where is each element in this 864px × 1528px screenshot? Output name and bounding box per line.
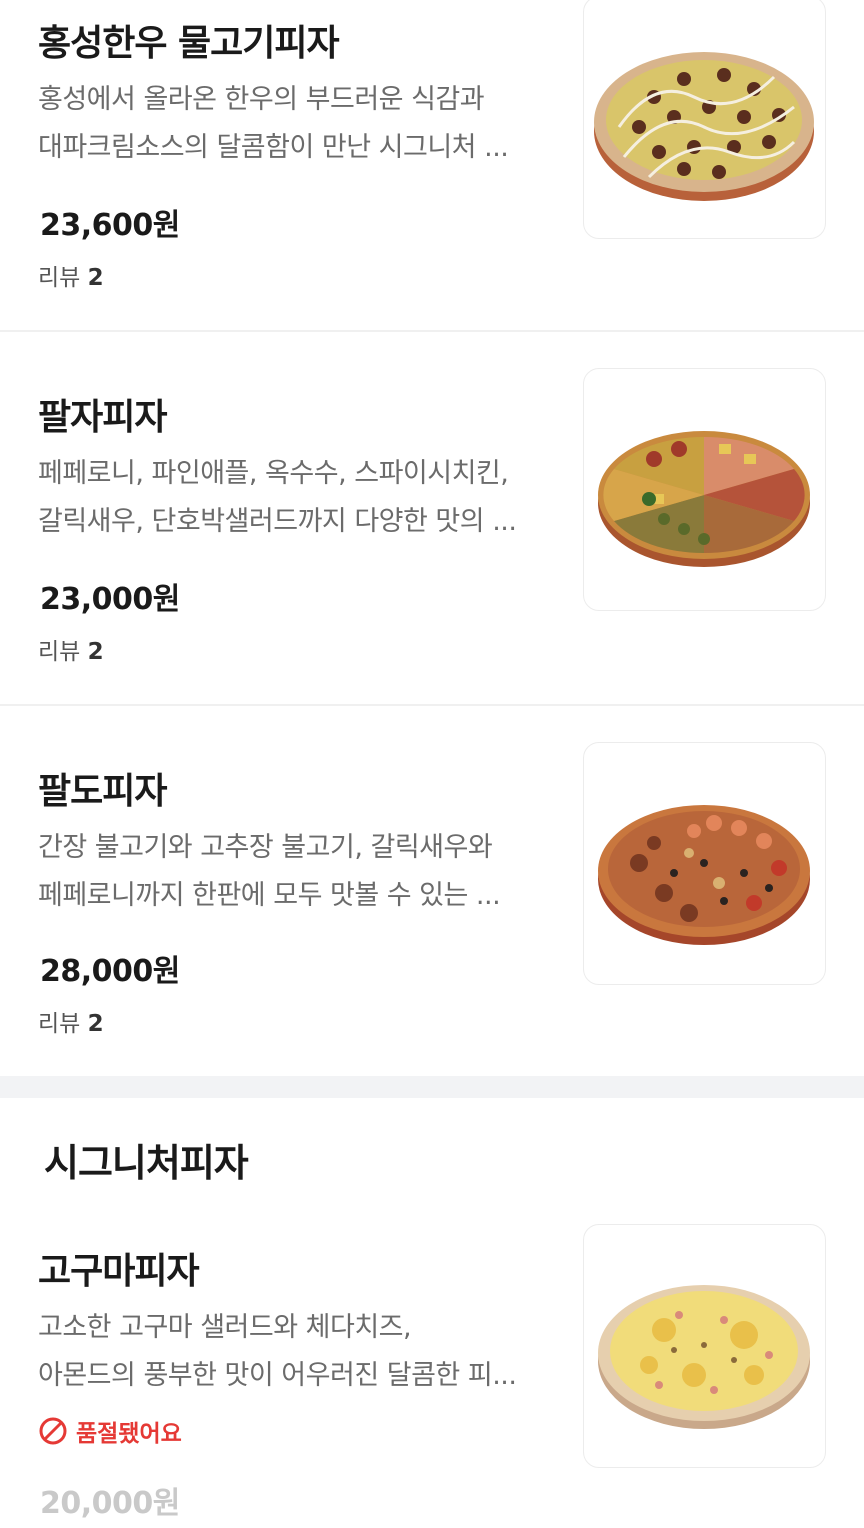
menu-item-name: 고구마피자: [38, 1251, 200, 1292]
menu-item-image[interactable]: [583, 742, 826, 985]
pizza-image: [594, 52, 814, 201]
menu-item-review[interactable]: 리뷰 2: [38, 1004, 104, 1038]
menu-item-price: 20,000원: [40, 1486, 180, 1521]
pizza-image: [598, 431, 810, 567]
menu-item-image[interactable]: [583, 368, 826, 611]
pizza-image: [598, 1285, 810, 1429]
menu-item-description: 고소한 고구마 샐러드와 체다치즈, 아몬드의 풍부한 맛이 어우러진 달콤한 …: [38, 1312, 517, 1391]
menu-item-price: 28,000원: [40, 954, 180, 989]
menu-item[interactable]: 팔도피자 간장 불고기와 고추장 불고기, 갈릭새우와 페페로니까지 한판에 모…: [0, 706, 864, 1076]
menu-item[interactable]: 고구마피자 고소한 고구마 샐러드와 체다치즈, 아몬드의 풍부한 맛이 어우러…: [0, 1180, 864, 1528]
menu-item[interactable]: 홍성한우 물고기피자 홍성에서 올라온 한우의 부드러운 식감과 대파크림소스의…: [0, 0, 864, 330]
menu-item-name: 팔도피자: [38, 771, 167, 812]
soldout-label: 품절됐어요: [76, 1421, 182, 1447]
menu-item-price: 23,000원: [40, 582, 180, 617]
section-title: 시그니처피자: [44, 1141, 249, 1185]
soldout-badge: 품절됐어요: [38, 1412, 182, 1450]
prohibited-icon: [39, 1417, 67, 1445]
menu-item-description: 간장 불고기와 고추장 불고기, 갈릭새우와 페페로니까지 한판에 모두 맛볼 …: [38, 832, 501, 911]
menu-item-description: 홍성에서 올라온 한우의 부드러운 식감과 대파크림소스의 달콤함이 만난 시그…: [38, 84, 509, 163]
menu-item-image[interactable]: [583, 0, 826, 239]
menu-item-name: 팔자피자: [38, 397, 167, 438]
menu-item[interactable]: 팔자피자 페페로니, 파인애플, 옥수수, 스파이시치킨, 갈릭새우, 단호박샐…: [0, 332, 864, 704]
menu-item-review[interactable]: 리뷰 2: [38, 258, 104, 292]
menu-item-name: 홍성한우 물고기피자: [38, 23, 340, 64]
pizza-image: [598, 805, 810, 945]
menu-item-description: 페페로니, 파인애플, 옥수수, 스파이시치킨, 갈릭새우, 단호박샐러드까지 …: [38, 458, 517, 537]
menu-item-review[interactable]: 리뷰 2: [38, 632, 104, 666]
menu-item-price: 23,600원: [40, 208, 180, 243]
section-separator: [0, 1076, 864, 1098]
menu-item-image[interactable]: [583, 1224, 826, 1468]
